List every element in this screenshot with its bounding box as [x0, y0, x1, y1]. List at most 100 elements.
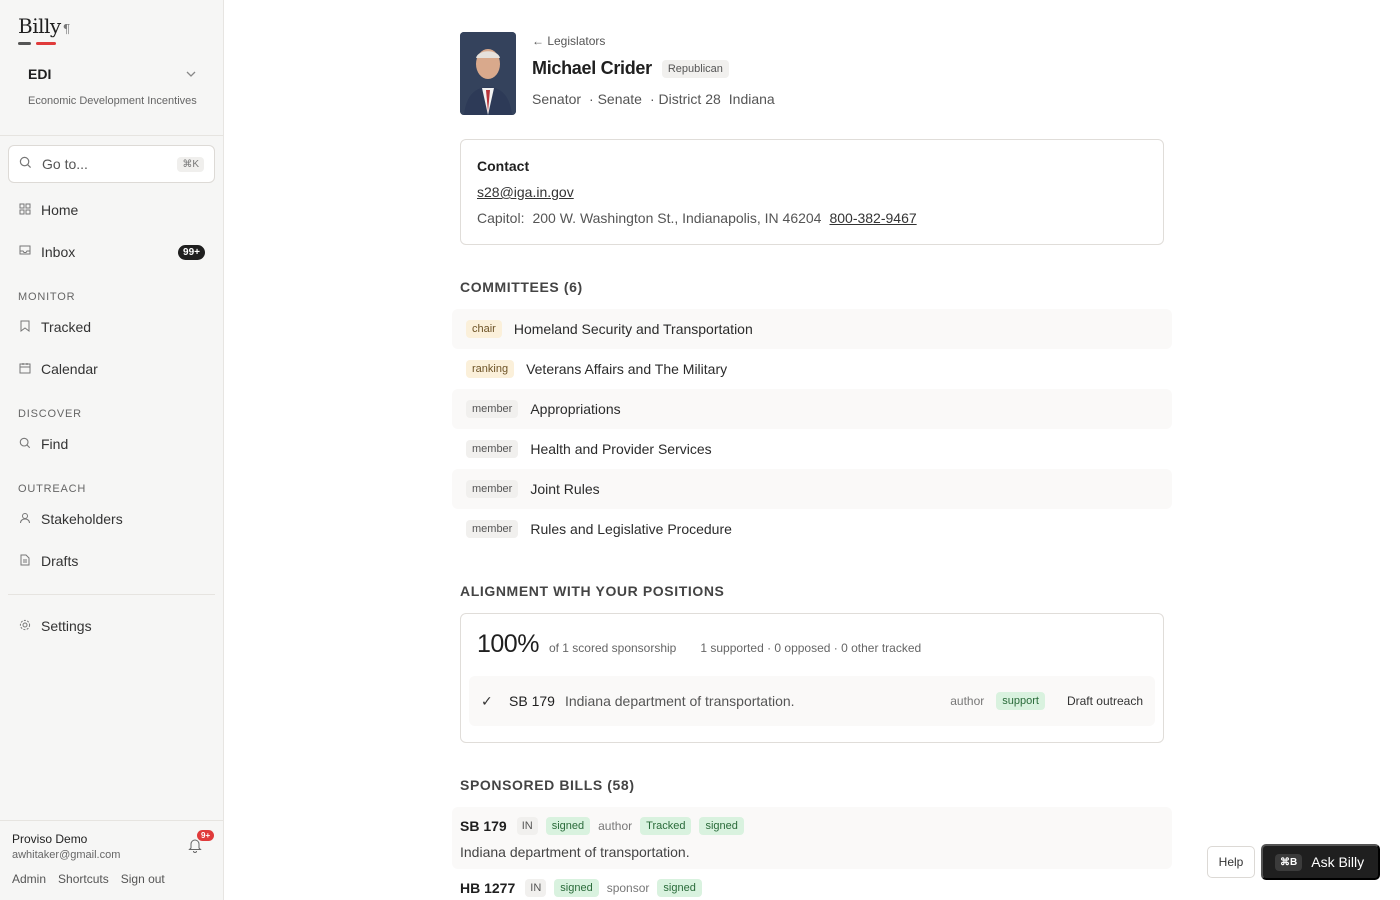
committee-name: Appropriations [530, 401, 621, 417]
sidebar-item-label: Drafts [41, 553, 79, 569]
position-status-badge: signed [657, 879, 702, 897]
party-badge: Republican [661, 59, 729, 78]
committee-row[interactable]: chair Homeland Security and Transportati… [452, 309, 1172, 349]
app-logo[interactable]: Billy ¶ [18, 14, 70, 38]
bell-icon[interactable] [188, 838, 202, 857]
bill-title: Indiana department of transportation. [564, 693, 795, 709]
sidebar-item-find[interactable]: Find [8, 427, 215, 461]
sidebar-item-label: Home [41, 202, 79, 218]
sign-out-link[interactable]: Sign out [121, 872, 165, 886]
address-text: 200 W. Washington St., Indianapolis, IN … [532, 210, 822, 226]
divider [0, 820, 223, 821]
search-placeholder: Go to... [42, 156, 88, 172]
workspace-switcher[interactable]: EDI [14, 60, 210, 88]
committee-row[interactable]: member Health and Provider Services [452, 429, 1172, 469]
sidebar-item-label: Tracked [41, 319, 92, 335]
sidebar-item-stakeholders[interactable]: Stakeholders [8, 502, 215, 536]
search-icon [18, 437, 32, 452]
committee-role-badge: member [466, 440, 519, 458]
sponsor-role: sponsor [606, 881, 650, 895]
bill-number[interactable]: HB 1277 [460, 880, 515, 896]
sidebar-item-label: Find [41, 436, 69, 452]
section-label-monitor: MONITOR [18, 291, 76, 303]
email-link[interactable]: s28@iga.in.gov [477, 184, 574, 200]
legislator-state: Indiana [728, 91, 775, 107]
committees-heading: COMMITTEES (6) [460, 279, 583, 295]
committee-row[interactable]: member Joint Rules [452, 469, 1172, 509]
back-to-legislators-link[interactable]: ← Legislators [532, 34, 605, 48]
position-status-badge: signed [699, 817, 744, 835]
phone-link[interactable]: 800-382-9467 [829, 210, 916, 226]
committee-name: Joint Rules [530, 481, 600, 497]
shortcut-hint: ⌘K [177, 156, 204, 172]
committee-name: Homeland Security and Transportation [513, 321, 753, 337]
workspace-name: EDI [28, 66, 52, 82]
admin-link[interactable]: Admin [12, 872, 46, 886]
sidebar-item-inbox[interactable]: Inbox 99+ [8, 235, 215, 269]
sponsored-bill-card[interactable]: SB 179 IN signed author Tracked signed I… [452, 807, 1172, 869]
legislator-header: Michael Crider Republican [532, 58, 729, 79]
committee-row[interactable]: member Rules and Legislative Procedure [452, 509, 1172, 549]
help-button[interactable]: Help [1207, 846, 1255, 878]
sidebar-item-label: Calendar [41, 361, 98, 377]
sidebar-item-label: Inbox [41, 244, 76, 260]
address-label: Capitol: [477, 210, 525, 226]
footer-links: Admin Shortcuts Sign out [12, 872, 165, 886]
legislator-name: Michael Crider [532, 58, 652, 78]
document-icon [18, 554, 32, 569]
alignment-summary: 100% of 1 scored sponsorship 1 supported… [477, 630, 921, 659]
divider [8, 594, 215, 595]
search-icon [19, 156, 35, 172]
alignment-heading: ALIGNMENT WITH YOUR POSITIONS [460, 583, 725, 599]
legislator-title: Senator [532, 91, 582, 107]
status-badge: signed [554, 879, 599, 897]
committee-name: Veterans Affairs and The Military [526, 361, 728, 377]
bill-number[interactable]: SB 179 [460, 818, 507, 834]
status-badge: signed [545, 817, 591, 835]
sidebar-item-home[interactable]: Home [8, 193, 215, 227]
sidebar-item-calendar[interactable]: Calendar [8, 352, 215, 386]
check-icon: ✓ [481, 692, 493, 709]
sidebar-item-drafts[interactable]: Drafts [8, 544, 215, 578]
bill-number[interactable]: SB 179 [509, 693, 555, 709]
alignment-breakdown: 1 supported · 0 opposed · 0 other tracke… [700, 641, 922, 655]
person-icon [18, 512, 32, 527]
legislator-district: · District 28 [649, 91, 721, 107]
committee-name: Rules and Legislative Procedure [530, 521, 732, 537]
legislator-chamber: · Senate [589, 91, 642, 107]
ask-billy-button[interactable]: ⌘B Ask Billy [1261, 844, 1380, 880]
capitol-address: Capitol: 200 W. Washington St., Indianap… [477, 210, 1147, 226]
tracked-badge: Tracked [640, 817, 692, 835]
contact-card: Contact s28@iga.in.gov Capitol: 200 W. W… [460, 139, 1164, 245]
draft-outreach-button[interactable]: Draft outreach [1067, 694, 1143, 708]
legislator-meta: Senator · Senate · District 28 Indiana [532, 91, 775, 107]
committee-role-badge: ranking [466, 360, 515, 378]
inbox-count-badge: 99+ [178, 244, 205, 260]
inbox-icon [18, 245, 32, 259]
home-icon [18, 203, 32, 218]
sponsor-role: author [598, 819, 633, 833]
section-label-outreach: OUTREACH [18, 483, 87, 495]
sidebar-item-tracked[interactable]: Tracked [8, 310, 215, 344]
chevron-down-icon [186, 69, 196, 80]
alignment-card: 100% of 1 scored sponsorship 1 supported… [460, 613, 1164, 743]
user-account[interactable]: Proviso Demo awhitaker@gmail.com [12, 832, 120, 861]
bill-description: Indiana department of transportation. [460, 844, 690, 860]
sponsored-bill-card[interactable]: HB 1277 IN signed sponsor signed [452, 869, 1172, 900]
position-badge: support [996, 692, 1045, 710]
committee-role-badge: member [466, 400, 519, 418]
logo-underline [18, 42, 56, 45]
sidebar-item-label: Stakeholders [41, 511, 123, 527]
sidebar-item-settings[interactable]: Settings [8, 609, 215, 643]
committee-role-badge: chair [466, 320, 502, 338]
committee-role-badge: member [466, 480, 519, 498]
contact-heading: Contact [477, 158, 530, 174]
shortcuts-link[interactable]: Shortcuts [58, 872, 109, 886]
committee-row[interactable]: ranking Veterans Affairs and The Militar… [452, 349, 1172, 389]
bill-header: HB 1277 IN signed sponsor signed [460, 879, 1164, 897]
goto-search-input[interactable]: Go to... ⌘K [8, 145, 215, 183]
committee-row[interactable]: member Appropriations [452, 389, 1172, 429]
calendar-icon [18, 362, 32, 377]
alignment-bill-row[interactable]: ✓ SB 179 Indiana department of transport… [469, 676, 1155, 726]
user-email: awhitaker@gmail.com [12, 849, 121, 861]
